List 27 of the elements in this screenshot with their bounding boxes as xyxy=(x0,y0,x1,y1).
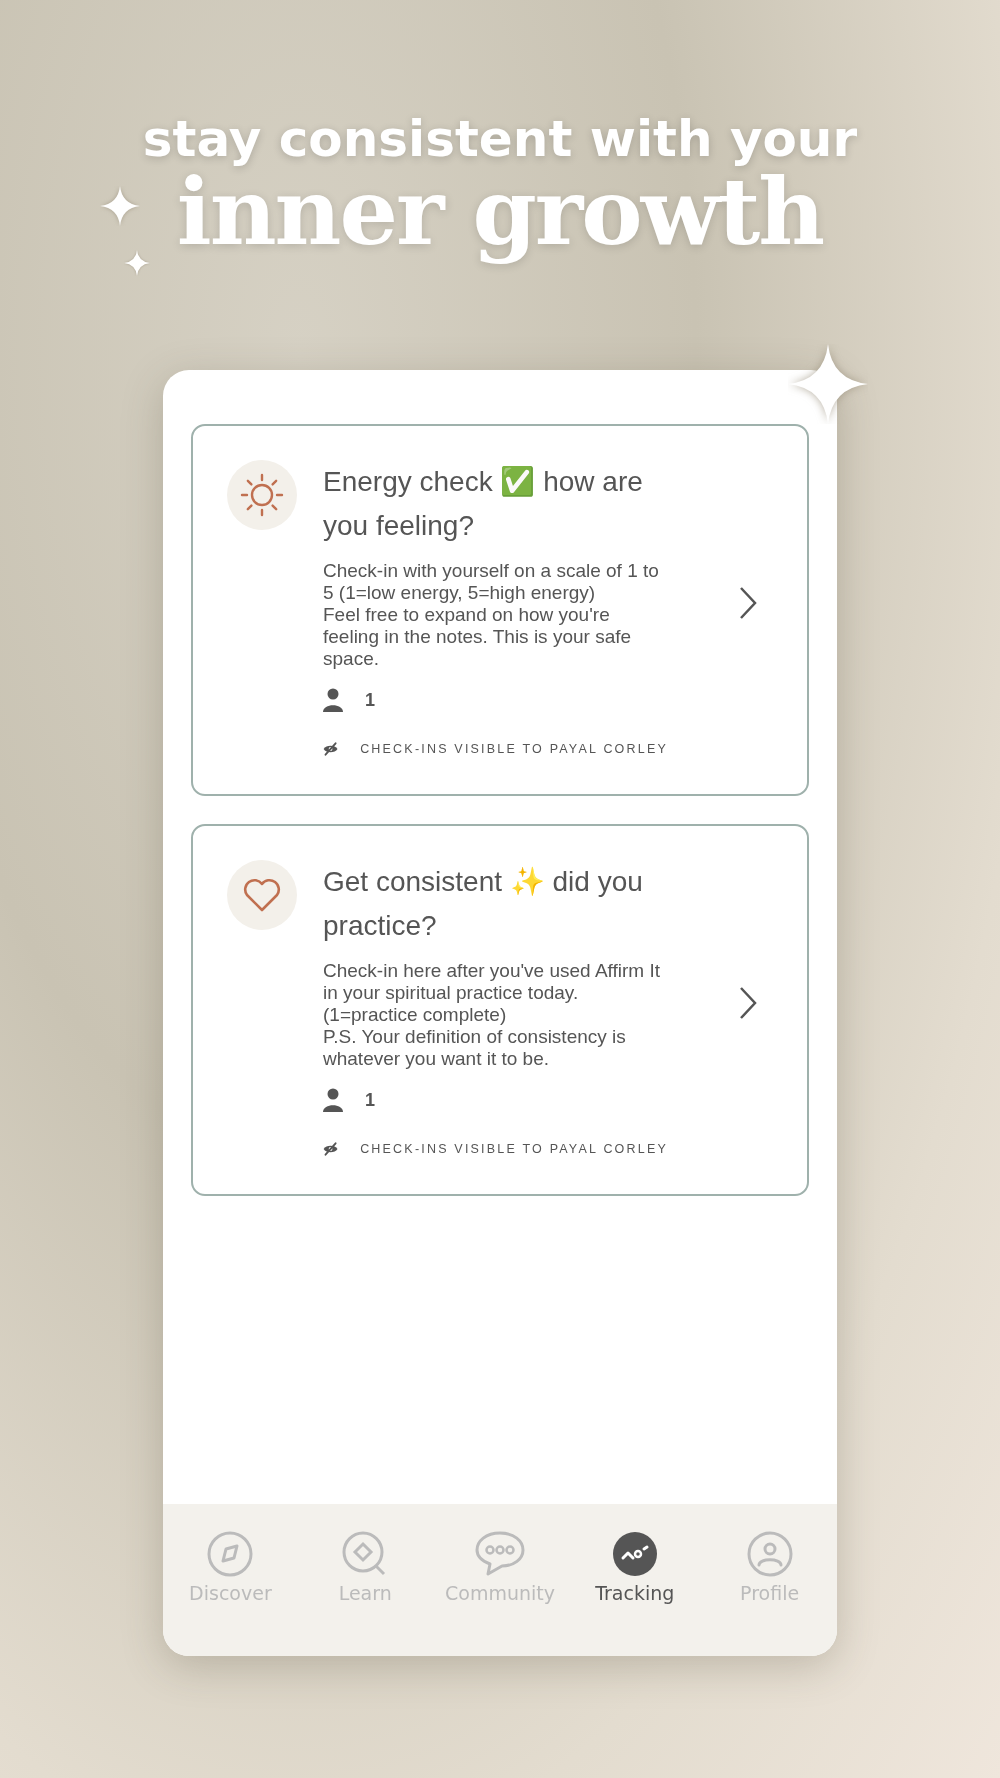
compass-icon xyxy=(206,1530,255,1578)
speech-bubble-icon xyxy=(474,1530,526,1578)
profile-icon xyxy=(745,1530,794,1578)
card-description: Check-in with yourself on a scale of 1 to 5 (1=low energy, 5=high energy) Feel free to expand on how you're feeling in the notes. This is your safe space. xyxy=(323,560,660,670)
tab[interactable]: Learn xyxy=(305,1530,426,1604)
member-count: 1 xyxy=(365,1089,375,1111)
tracking-icon xyxy=(610,1530,659,1578)
person-icon xyxy=(323,1088,343,1112)
card-title: Energy check ✅ how are you feeling? xyxy=(323,465,644,543)
visibility-note: CHECK-INS VISIBLE TO PAYAL CORLEY xyxy=(360,1142,668,1156)
card-title: Get consistent ✨ did you practice? xyxy=(323,865,644,943)
member-count: 1 xyxy=(365,689,375,711)
person-icon xyxy=(323,688,343,712)
tab[interactable]: Discover xyxy=(170,1530,291,1604)
tab[interactable]: Tracking xyxy=(574,1530,695,1604)
chevron-right-icon xyxy=(739,986,757,1020)
tab[interactable]: Community xyxy=(440,1530,560,1604)
heart-icon xyxy=(242,877,282,913)
tracker-card[interactable] xyxy=(191,824,809,1196)
sparkle-icon xyxy=(100,186,140,226)
sparkle-icon xyxy=(124,250,150,276)
sun-icon xyxy=(240,473,284,517)
visibility-note: CHECK-INS VISIBLE TO PAYAL CORLEY xyxy=(360,742,668,756)
card-description: Check-in here after you've used Affirm It in your spiritual practice today. (1=practice complete) P.S. Your definition of consistency is whatever you want it to be. xyxy=(323,960,661,1070)
chevron-right-icon xyxy=(739,586,757,620)
tracker-card[interactable] xyxy=(191,424,809,796)
tab[interactable]: Profile xyxy=(709,1530,830,1604)
